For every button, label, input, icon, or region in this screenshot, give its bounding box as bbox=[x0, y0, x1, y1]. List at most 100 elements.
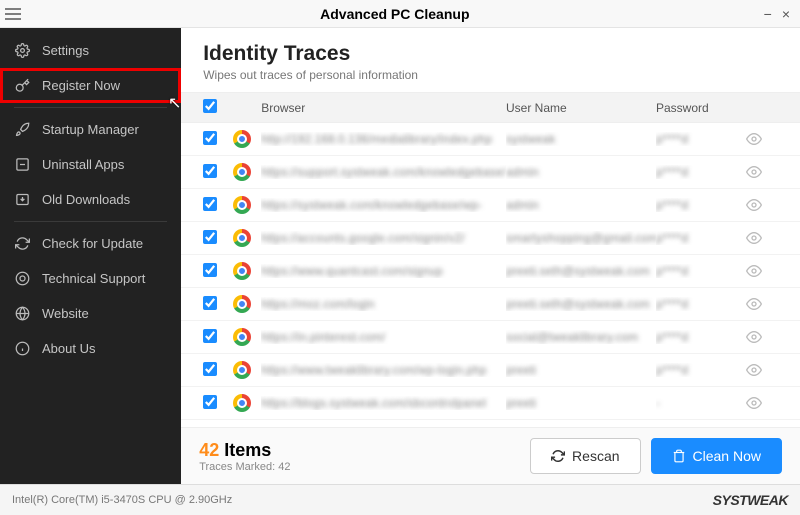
url-cell: https://www.tweaklibrary.com/wp-login.ph… bbox=[261, 363, 506, 377]
footer-bar: 42 Items Traces Marked: 42 Rescan Clean … bbox=[181, 427, 800, 484]
eye-icon[interactable] bbox=[746, 230, 778, 246]
refresh-icon bbox=[14, 236, 30, 251]
row-checkbox[interactable] bbox=[203, 197, 217, 211]
table-row[interactable]: https://support.systweak.com/knowledgeba… bbox=[181, 156, 800, 189]
url-cell: https://in.pinterest.com/ bbox=[261, 330, 506, 344]
sidebar-item-settings[interactable]: Settings bbox=[0, 33, 181, 68]
divider bbox=[14, 107, 167, 108]
divider bbox=[14, 221, 167, 222]
username-cell: social@tweaklibrary.com bbox=[506, 330, 656, 344]
sidebar-item-label: About Us bbox=[42, 341, 95, 356]
table-row[interactable]: https://systweak.com/knowledgebase/wp-ad… bbox=[181, 189, 800, 222]
sidebar-item-label: Technical Support bbox=[42, 271, 145, 286]
password-cell: p****d bbox=[656, 363, 746, 377]
sidebar-item-label: Settings bbox=[42, 43, 89, 58]
eye-icon[interactable] bbox=[746, 197, 778, 213]
menu-icon[interactable] bbox=[0, 8, 26, 20]
sidebar-item-label: Startup Manager bbox=[42, 122, 139, 137]
table-row[interactable]: https://in.pinterest.com/social@tweaklib… bbox=[181, 321, 800, 354]
row-checkbox[interactable] bbox=[203, 362, 217, 376]
table-row[interactable]: https://www.tweaklibrary.com/wp-login.ph… bbox=[181, 420, 800, 427]
table-row[interactable]: https://moz.com/loginpreeti.seth@systwea… bbox=[181, 288, 800, 321]
row-checkbox[interactable] bbox=[203, 131, 217, 145]
sidebar-item-label: Register Now bbox=[42, 78, 120, 93]
sidebar-item-technical-support[interactable]: Technical Support bbox=[0, 261, 181, 296]
eye-icon[interactable] bbox=[746, 164, 778, 180]
username-cell: systweak bbox=[506, 132, 656, 146]
row-checkbox[interactable] bbox=[203, 296, 217, 310]
support-icon bbox=[14, 271, 30, 286]
table-row[interactable]: https://accounts.google.com/signin/v2/sm… bbox=[181, 222, 800, 255]
key-icon bbox=[14, 78, 30, 93]
url-cell: https://www.quantcast.com/signup bbox=[261, 264, 506, 278]
gear-icon bbox=[14, 43, 30, 58]
status-bar: Intel(R) Core(TM) i5-3470S CPU @ 2.90GHz… bbox=[0, 484, 800, 515]
eye-icon[interactable] bbox=[746, 329, 778, 345]
column-username: User Name bbox=[506, 101, 656, 115]
close-button[interactable]: × bbox=[782, 6, 790, 22]
table-body[interactable]: http://192.168.0.136/medialibrary/index.… bbox=[181, 123, 800, 427]
table-row[interactable]: http://192.168.0.136/medialibrary/index.… bbox=[181, 123, 800, 156]
password-cell: - bbox=[656, 396, 746, 410]
rescan-button[interactable]: Rescan bbox=[530, 438, 640, 474]
chrome-icon bbox=[233, 262, 251, 280]
eye-icon[interactable] bbox=[746, 296, 778, 312]
sidebar: Settings Register Now Startup Manager Un… bbox=[0, 28, 181, 484]
password-cell: p****d bbox=[656, 231, 746, 245]
row-checkbox[interactable] bbox=[203, 230, 217, 244]
url-cell: https://accounts.google.com/signin/v2/ bbox=[261, 231, 506, 245]
item-count: 42 bbox=[199, 440, 219, 460]
chrome-icon bbox=[233, 196, 251, 214]
sidebar-item-uninstall-apps[interactable]: Uninstall Apps bbox=[0, 147, 181, 182]
username-cell: admin bbox=[506, 165, 656, 179]
row-checkbox[interactable] bbox=[203, 329, 217, 343]
sidebar-item-label: Check for Update bbox=[42, 236, 143, 251]
page-subtitle: Wipes out traces of personal information bbox=[203, 68, 778, 82]
row-checkbox[interactable] bbox=[203, 263, 217, 277]
content-panel: Identity Traces Wipes out traces of pers… bbox=[181, 28, 800, 484]
eye-icon[interactable] bbox=[746, 131, 778, 147]
chrome-icon bbox=[233, 163, 251, 181]
column-browser: Browser bbox=[261, 101, 506, 115]
select-all-checkbox[interactable] bbox=[203, 99, 217, 113]
table-row[interactable]: https://www.quantcast.com/signuppreeti.s… bbox=[181, 255, 800, 288]
username-cell: preeti.seth@systweak.com bbox=[506, 264, 656, 278]
clean-now-button[interactable]: Clean Now bbox=[651, 438, 782, 474]
titlebar: Advanced PC Cleanup − × bbox=[0, 0, 800, 28]
trash-icon bbox=[672, 449, 686, 463]
password-cell: p****d bbox=[656, 132, 746, 146]
table-row[interactable]: https://blogs.systweak.com/sbcontrolpane… bbox=[181, 387, 800, 420]
url-cell: https://blogs.systweak.com/sbcontrolpane… bbox=[261, 396, 506, 410]
column-password: Password bbox=[656, 101, 746, 115]
sidebar-item-startup-manager[interactable]: Startup Manager bbox=[0, 112, 181, 147]
item-count-label: Items bbox=[224, 440, 271, 460]
url-cell: http://192.168.0.136/medialibrary/index.… bbox=[261, 132, 506, 146]
sidebar-item-check-update[interactable]: Check for Update bbox=[0, 226, 181, 261]
username-cell: preeti bbox=[506, 363, 656, 377]
username-cell: admin bbox=[506, 198, 656, 212]
sidebar-item-label: Website bbox=[42, 306, 89, 321]
minimize-button[interactable]: − bbox=[764, 6, 772, 22]
sidebar-item-label: Old Downloads bbox=[42, 192, 130, 207]
password-cell: p****d bbox=[656, 198, 746, 212]
eye-icon[interactable] bbox=[746, 395, 778, 411]
username-cell: preeti bbox=[506, 396, 656, 410]
sidebar-item-website[interactable]: Website bbox=[0, 296, 181, 331]
sidebar-item-about-us[interactable]: About Us bbox=[0, 331, 181, 366]
rocket-icon bbox=[14, 122, 30, 137]
chrome-icon bbox=[233, 394, 251, 412]
url-cell: https://support.systweak.com/knowledgeba… bbox=[261, 165, 506, 179]
sidebar-item-register-now[interactable]: Register Now bbox=[0, 68, 181, 103]
eye-icon[interactable] bbox=[746, 362, 778, 378]
eye-icon[interactable] bbox=[746, 263, 778, 279]
row-checkbox[interactable] bbox=[203, 395, 217, 409]
table-row[interactable]: https://www.tweaklibrary.com/wp-login.ph… bbox=[181, 354, 800, 387]
app-title: Advanced PC Cleanup bbox=[26, 6, 764, 22]
username-cell: smartyshopping@gmail.com bbox=[506, 231, 656, 245]
password-cell: p****d bbox=[656, 330, 746, 344]
uninstall-icon bbox=[14, 157, 30, 172]
sidebar-item-old-downloads[interactable]: Old Downloads bbox=[0, 182, 181, 217]
page-title: Identity Traces bbox=[203, 42, 778, 66]
row-checkbox[interactable] bbox=[203, 164, 217, 178]
brand-logo: SYSTWEAK bbox=[713, 492, 788, 508]
